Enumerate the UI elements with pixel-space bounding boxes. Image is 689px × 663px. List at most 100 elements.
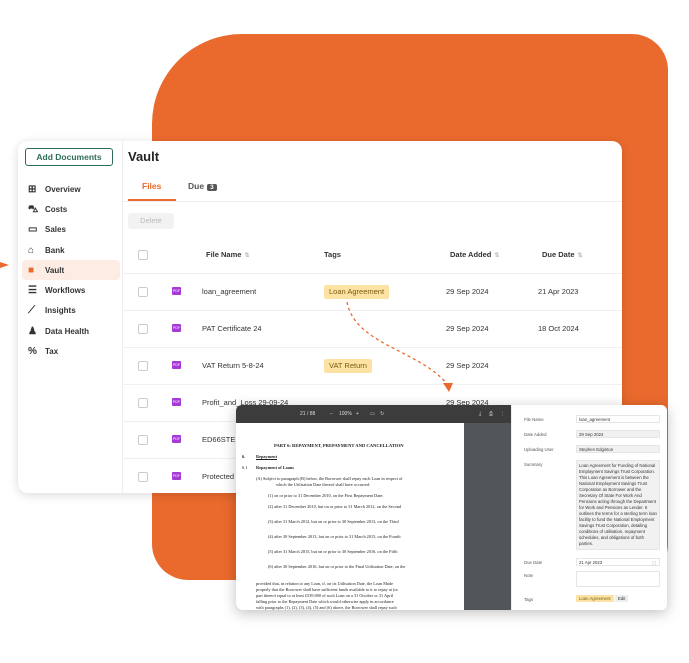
sidebar-item-label: Costs xyxy=(45,204,68,214)
note-field[interactable] xyxy=(576,571,660,587)
download-icon[interactable]: ⤓ xyxy=(479,411,481,417)
select-all-checkbox[interactable] xyxy=(138,250,148,260)
calendar-icon[interactable]: ▢ xyxy=(652,559,656,567)
doc-footer-line: provided that, in relation to any Loan, … xyxy=(256,581,393,586)
row-checkbox[interactable] xyxy=(138,472,148,482)
sidebar-item-overview[interactable]: ⊞ Overview xyxy=(22,179,120,199)
card-icon: ▭ xyxy=(28,224,38,236)
due-date-cell: 21 Apr 2023 xyxy=(538,287,579,296)
fit-page-icon[interactable]: ▭ xyxy=(370,411,375,417)
sidebar-item-sales[interactable]: ▭ Sales xyxy=(22,220,120,240)
row-checkbox[interactable] xyxy=(138,435,148,445)
date-added-cell: 29 Sep 2024 xyxy=(446,324,489,333)
doc-item: (2) after 31 December 2010, but on or pr… xyxy=(268,504,402,509)
vault-icon: ■ xyxy=(28,264,35,276)
file-name-field[interactable]: loan_agreement xyxy=(576,415,660,423)
column-header-due-date[interactable]: Due Date ⇅ xyxy=(542,237,583,273)
tag-chip: Loan Agreement xyxy=(324,285,390,299)
file-name-cell[interactable]: VAT Return 5-8-24 xyxy=(202,348,264,384)
doc-item: (4) after 30 September 2013, but on or p… xyxy=(268,534,401,539)
doc-sub-title: Repayment of Loans xyxy=(256,465,294,470)
tab-files[interactable]: Files xyxy=(142,181,161,191)
percent-icon: % xyxy=(28,346,37,358)
sidebar-item-label: Vault xyxy=(45,265,65,275)
sidebar-item-workflows[interactable]: ☰ Workflows xyxy=(22,280,120,300)
sidebar-item-tax[interactable]: % Tax xyxy=(22,341,120,361)
sidebar-item-insights[interactable]: ⟋ Insights xyxy=(22,301,120,321)
file-name-cell[interactable]: loan_agreement xyxy=(202,274,256,310)
table-row[interactable]: PDF PAT Certificate 24 29 Sep 2024 18 Oct 2… xyxy=(122,311,622,348)
column-header-date-added[interactable]: Date Added ⇅ xyxy=(450,237,499,273)
add-documents-button[interactable]: Add Documents xyxy=(25,148,113,166)
sidebar-item-label: Sales xyxy=(45,225,66,235)
file-name-label: File Name xyxy=(524,417,544,422)
file-name-cell[interactable]: ED66STE I xyxy=(202,422,240,458)
sidebar-item-vault[interactable]: ■ Vault xyxy=(22,260,120,281)
doc-para-a2: which the Utilisation Date thereof shall… xyxy=(276,482,371,487)
cart-icon: ⛍ xyxy=(28,203,39,215)
sidebar-item-label: Overview xyxy=(45,184,81,194)
page-indicator[interactable]: 21 / 88 xyxy=(300,411,315,417)
tab-bar: Files Due 3 xyxy=(122,173,622,202)
pdf-page-area[interactable]: PART 6: REPAYMENT, PREPAYMENT AND CANCEL… xyxy=(236,423,511,610)
doc-footer-line: part thereof equal to at least £539,000 … xyxy=(256,593,394,598)
doc-footer-line: with paragraphs (1), (2), (3), (4), (5) … xyxy=(256,605,397,610)
date-added-cell: 29 Sep 2024 xyxy=(446,287,489,296)
summary-label: Summary xyxy=(524,462,543,467)
date-added-cell: 29 Sep 2024 xyxy=(446,361,489,370)
document-viewer: 21 / 88 − 100% + ▭ ↻ ⤓ ⎙ ⋮ PART 6: REPAY… xyxy=(236,405,667,610)
sidebar: Add Documents ⊞ Overview ⛍ Costs ▭ Sales ⌂ Bank… xyxy=(18,141,123,493)
doc-sub-num: 6.1 xyxy=(242,465,248,470)
column-header-file-name[interactable]: File Name ⇅ xyxy=(206,237,249,273)
rotate-icon[interactable]: ↻ xyxy=(380,411,384,417)
sort-icon: ⇅ xyxy=(577,253,583,259)
grid-icon: ⊞ xyxy=(28,183,37,195)
row-checkbox[interactable] xyxy=(138,287,148,297)
edit-tags-button[interactable]: Edit xyxy=(615,595,629,602)
zoom-level[interactable]: 100% xyxy=(339,411,352,417)
table-row[interactable]: PDF loan_agreement Loan Agreement 29 Sep 20… xyxy=(122,274,622,311)
uploading-user-field: Stephen Edginton xyxy=(576,445,660,453)
sidebar-item-bank[interactable]: ⌂ Bank xyxy=(22,240,120,260)
due-date-label: Due Date xyxy=(524,560,543,565)
zoom-out-icon[interactable]: − xyxy=(330,411,333,417)
column-header-tags: Tags xyxy=(324,250,341,259)
sidebar-item-costs[interactable]: ⛍ Costs xyxy=(22,199,120,219)
due-date-cell: 18 Oct 2024 xyxy=(538,324,579,333)
pdf-toolbar: 21 / 88 − 100% + ▭ ↻ ⤓ ⎙ ⋮ xyxy=(236,405,511,423)
note-label: Note xyxy=(524,573,534,578)
row-checkbox[interactable] xyxy=(138,361,148,371)
due-date-field[interactable]: 21 Apr 2023 ▢ xyxy=(576,558,660,566)
doc-item: (1) on or prior to 31 December 2010, on … xyxy=(268,493,384,498)
more-icon[interactable]: ⋮ xyxy=(500,411,505,417)
table-row[interactable]: PDF VAT Return 5-8-24 VAT Return 29 Sep 202… xyxy=(122,348,622,385)
sidebar-item-label: Insights xyxy=(45,306,76,316)
doc-item: (3) after 31 March 2012, but on or prior… xyxy=(268,519,399,524)
file-name-cell[interactable]: Protected I xyxy=(202,459,238,493)
print-icon[interactable]: ⎙ xyxy=(489,411,493,417)
file-details-panel: File Name loan_agreement Date Added 29 S… xyxy=(511,405,667,610)
pdf-file-icon: PDF xyxy=(172,435,181,443)
doc-section-num: 6. xyxy=(242,454,246,459)
active-tab-indicator xyxy=(128,199,176,201)
summary-field[interactable]: Loan Agreement for Funding of National E… xyxy=(576,460,660,550)
pdf-file-icon: PDF xyxy=(172,361,181,369)
row-checkbox[interactable] xyxy=(138,398,148,408)
tab-due[interactable]: Due 3 xyxy=(188,181,217,191)
file-name-cell[interactable]: PAT Certificate 24 xyxy=(202,311,262,347)
pointer-arrow xyxy=(0,262,9,268)
delete-button[interactable]: Delete xyxy=(128,213,174,229)
doc-item: (6) after 30 September 2016, but on or p… xyxy=(268,564,406,569)
sidebar-item-data-health[interactable]: ♟ Data Health xyxy=(22,321,120,341)
sidebar-item-label: Bank xyxy=(45,245,65,255)
row-checkbox[interactable] xyxy=(138,324,148,334)
pdf-file-icon: PDF xyxy=(172,398,181,406)
doc-footer-line: falling prior to the Repayment Date whic… xyxy=(256,599,394,604)
sidebar-item-label: Workflows xyxy=(45,286,86,296)
sidebar-item-label: Data Health xyxy=(45,326,90,336)
tag-chip: VAT Return xyxy=(324,359,372,373)
zoom-in-icon[interactable]: + xyxy=(356,411,359,417)
tab-due-label: Due xyxy=(188,181,205,191)
doc-heading: PART 6: REPAYMENT, PREPAYMENT AND CANCEL… xyxy=(274,443,404,448)
sort-icon: ⇅ xyxy=(494,253,500,259)
